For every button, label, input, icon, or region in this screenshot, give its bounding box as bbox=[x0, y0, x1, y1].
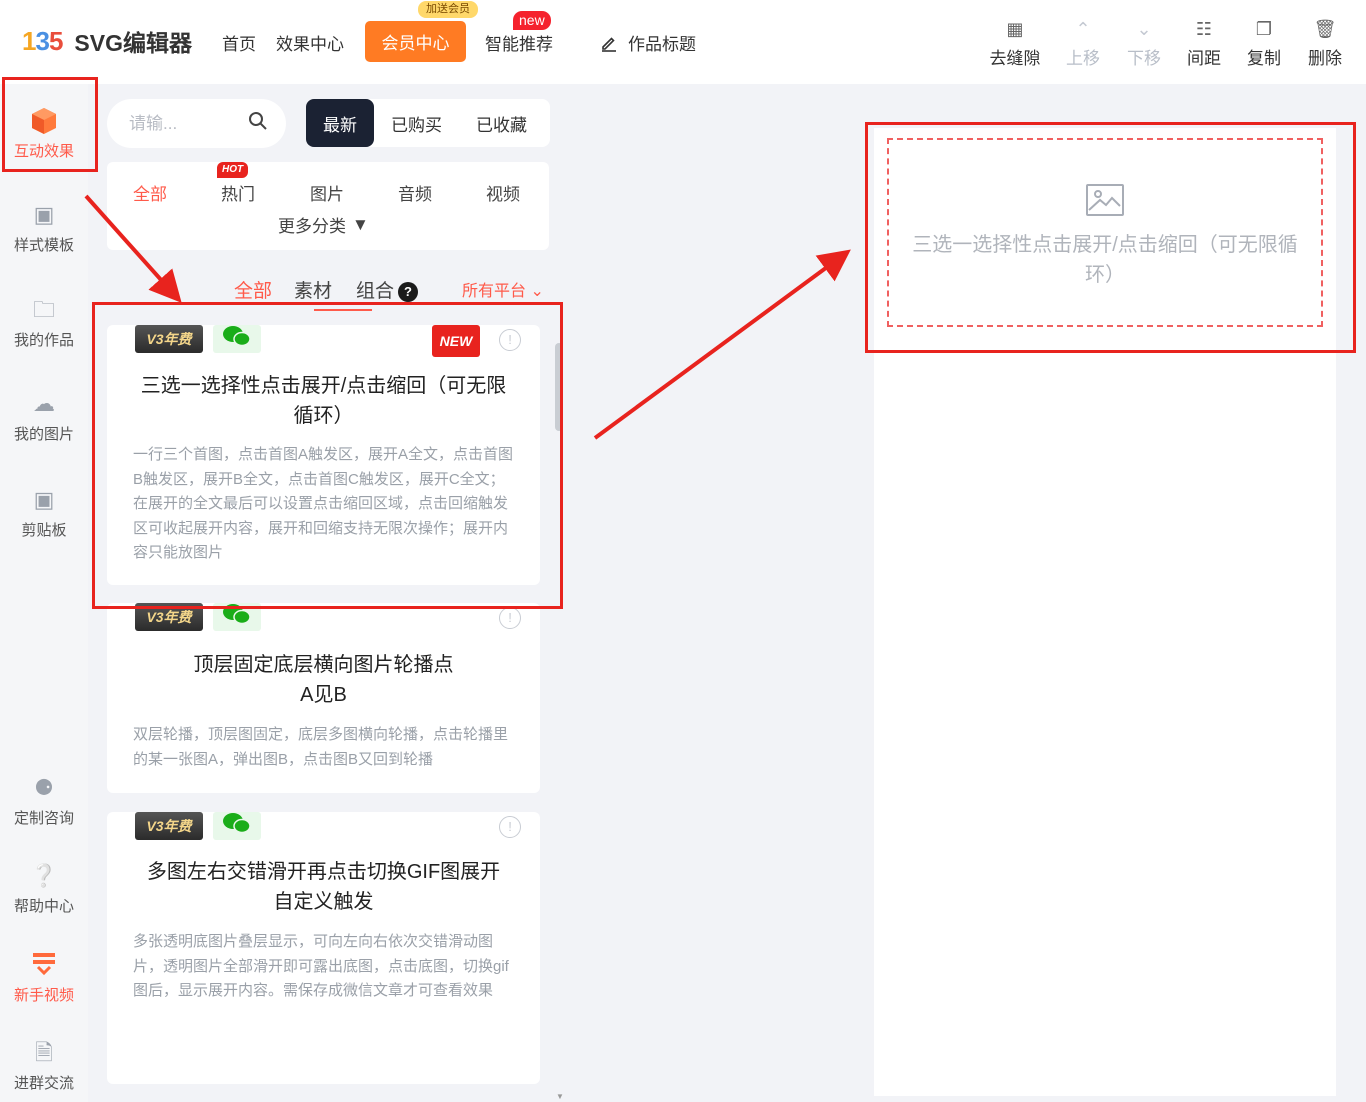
placeholder-text: 三选一选择性点击展开/点击缩回（可无限循环） bbox=[912, 234, 1298, 286]
sidebar-item-clipboard[interactable]: ▣ 剪贴板 bbox=[0, 485, 88, 540]
member-bonus-tag: 加送会员 bbox=[418, 1, 478, 18]
effect-card[interactable]: V3年费 ! 顶层固定底层横向图片轮播点A见B 双层轮播，顶层图固定，底层多图横… bbox=[107, 603, 540, 793]
tool-copy-button[interactable]: ❐ 复制 bbox=[1234, 18, 1294, 69]
category-audio[interactable]: 音频 bbox=[398, 180, 432, 205]
tool-move-up-button[interactable]: ⌃ 上移 bbox=[1053, 18, 1113, 69]
logo[interactable]: 135 SVG编辑器 bbox=[22, 24, 192, 58]
sidebar-item-my-works[interactable]: 🗀︎ 我的作品 bbox=[0, 295, 88, 350]
sort-segment: 最新 已购买 已收藏 bbox=[306, 99, 550, 147]
annotation-arrow-right bbox=[593, 249, 851, 440]
search-box bbox=[107, 99, 286, 148]
more-categories-dropdown[interactable]: 更多分类 ▼ bbox=[278, 212, 369, 237]
sidebar-item-beginner-videos[interactable]: 新手视频 bbox=[0, 950, 88, 1005]
spacing-icon: ☷ bbox=[1195, 19, 1213, 39]
subtab-combo[interactable]: 组合? bbox=[356, 276, 419, 303]
seg-purchased[interactable]: 已购买 bbox=[374, 99, 459, 147]
seg-latest[interactable]: 最新 bbox=[306, 99, 374, 147]
subtab-all[interactable]: 全部 bbox=[234, 276, 272, 303]
document-icon: 🗎︎ bbox=[35, 1040, 53, 1065]
move-up-icon: ⌃ bbox=[1075, 19, 1091, 39]
new-tag: new bbox=[513, 11, 551, 30]
category-hot[interactable]: 热门 bbox=[221, 180, 255, 205]
sidebar-item-interactive-effects[interactable]: 互动效果 bbox=[0, 106, 88, 161]
card-title: 顶层固定底层横向图片轮播点A见B bbox=[193, 654, 454, 706]
wechat-icon bbox=[213, 812, 261, 840]
template-icon: ▣ bbox=[33, 202, 55, 227]
sidebar-item-join-group[interactable]: 🗎︎ 进群交流 bbox=[0, 1038, 88, 1093]
copy-icon: ❐ bbox=[1255, 19, 1273, 39]
info-icon[interactable]: ! bbox=[499, 607, 521, 629]
help-icon: ❔ bbox=[30, 863, 58, 888]
nav-home[interactable]: 首页 bbox=[222, 30, 256, 55]
platform-filter-dropdown[interactable]: 所有平台 ⌄ bbox=[462, 277, 544, 301]
logo-text: SVG编辑器 bbox=[74, 30, 192, 56]
work-title-edit[interactable]: 作品标题 bbox=[600, 30, 696, 55]
category-image[interactable]: 图片 bbox=[310, 180, 344, 205]
seg-favorited[interactable]: 已收藏 bbox=[459, 99, 544, 147]
card-title: 三选一选择性点击展开/点击缩回（可无限循环） bbox=[140, 375, 507, 427]
sidebar-item-style-templates[interactable]: ▣ 样式模板 bbox=[0, 200, 88, 255]
effect-card[interactable]: V3年费 ! 多图左右交错滑开再点击切换GIF图展开自定义触发 多张透明底图片叠… bbox=[107, 812, 540, 1084]
headset-icon: ⚈ bbox=[34, 775, 54, 800]
top-bar: 135 SVG编辑器 首页 效果中心 会员中心 加送会员 智能推荐 new 作品… bbox=[0, 0, 1366, 84]
search-input[interactable] bbox=[129, 113, 229, 134]
video-icon bbox=[0, 950, 88, 980]
effect-card[interactable]: V3年费 NEW ! 三选一选择性点击展开/点击缩回（可无限循环） 一行三个首图… bbox=[107, 325, 540, 585]
sidebar-item-my-images[interactable]: ☁ 我的图片 bbox=[0, 389, 88, 444]
member-center-button[interactable]: 会员中心 bbox=[365, 21, 466, 62]
search-icon[interactable] bbox=[248, 111, 268, 137]
image-icon bbox=[1086, 184, 1124, 216]
category-all[interactable]: 全部 bbox=[133, 180, 167, 205]
scroll-down-arrow-icon[interactable]: ▼ bbox=[556, 1092, 564, 1101]
tool-spacing-button[interactable]: ☷ 间距 bbox=[1174, 18, 1234, 69]
info-icon[interactable]: ! bbox=[499, 816, 521, 838]
cloud-upload-icon: ☁ bbox=[33, 391, 55, 416]
new-badge: NEW bbox=[432, 325, 480, 357]
move-down-icon: ⌄ bbox=[1136, 19, 1152, 39]
tool-move-down-button[interactable]: ⌄ 下移 bbox=[1114, 18, 1174, 69]
help-circle-icon[interactable]: ? bbox=[398, 281, 419, 302]
gap-icon: ▦ bbox=[1006, 19, 1024, 39]
tool-gap-button[interactable]: ▦ 去缝隙 bbox=[985, 18, 1045, 69]
info-icon[interactable]: ! bbox=[499, 329, 521, 351]
wechat-icon bbox=[213, 603, 261, 631]
card-description: 双层轮播，顶层图固定，底层多图横向轮播，点击轮播里的某一张图A，弹出图B，点击图… bbox=[133, 726, 509, 768]
active-tab-underline bbox=[314, 309, 372, 311]
subtab-material[interactable]: 素材 bbox=[294, 276, 332, 303]
card-description: 一行三个首图，点击首图A触发区，展开A全文，点击首图B触发区，展开B全文，点击首… bbox=[133, 446, 514, 561]
pencil-icon bbox=[602, 36, 616, 52]
folder-icon: 🗀︎ bbox=[32, 297, 55, 322]
v3-annual-badge: V3年费 bbox=[135, 603, 203, 631]
category-video[interactable]: 视频 bbox=[486, 180, 520, 205]
sidebar-item-custom-consult[interactable]: ⚈ 定制咨询 bbox=[0, 773, 88, 828]
nav-smart-recommend[interactable]: 智能推荐 bbox=[485, 30, 553, 55]
tool-delete-button[interactable]: 🗑︎ 删除 bbox=[1295, 18, 1355, 69]
clipboard-icon: ▣ bbox=[33, 487, 55, 512]
caret-down-icon: ▼ bbox=[352, 214, 369, 234]
left-rail: 互动效果 ▣ 样式模板 🗀︎ 我的作品 ☁ 我的图片 ▣ 剪贴板 ⚈ 定制咨询 … bbox=[0, 84, 88, 1102]
nav-effects-center[interactable]: 效果中心 bbox=[276, 30, 344, 55]
v3-annual-badge: V3年费 bbox=[135, 812, 203, 840]
v3-annual-badge: V3年费 bbox=[135, 325, 203, 353]
sidebar-item-help-center[interactable]: ❔ 帮助中心 bbox=[0, 861, 88, 916]
cube-icon bbox=[0, 106, 88, 136]
delete-icon: 🗑︎ bbox=[1313, 19, 1337, 39]
card-description: 多张透明底图片叠层显示，可向左向右依次交错滑动图片，透明图片全部滑开即可露出底图… bbox=[133, 933, 509, 999]
wechat-icon bbox=[213, 325, 261, 353]
card-title: 多图左右交错滑开再点击切换GIF图展开自定义触发 bbox=[146, 861, 501, 913]
work-title: 作品标题 bbox=[628, 35, 696, 54]
hot-tag: HOT bbox=[217, 162, 249, 178]
logo-mark: 135 bbox=[22, 25, 63, 56]
panel-scrollbar-thumb[interactable] bbox=[555, 343, 563, 431]
chevron-down-icon: ⌄ bbox=[526, 283, 544, 300]
